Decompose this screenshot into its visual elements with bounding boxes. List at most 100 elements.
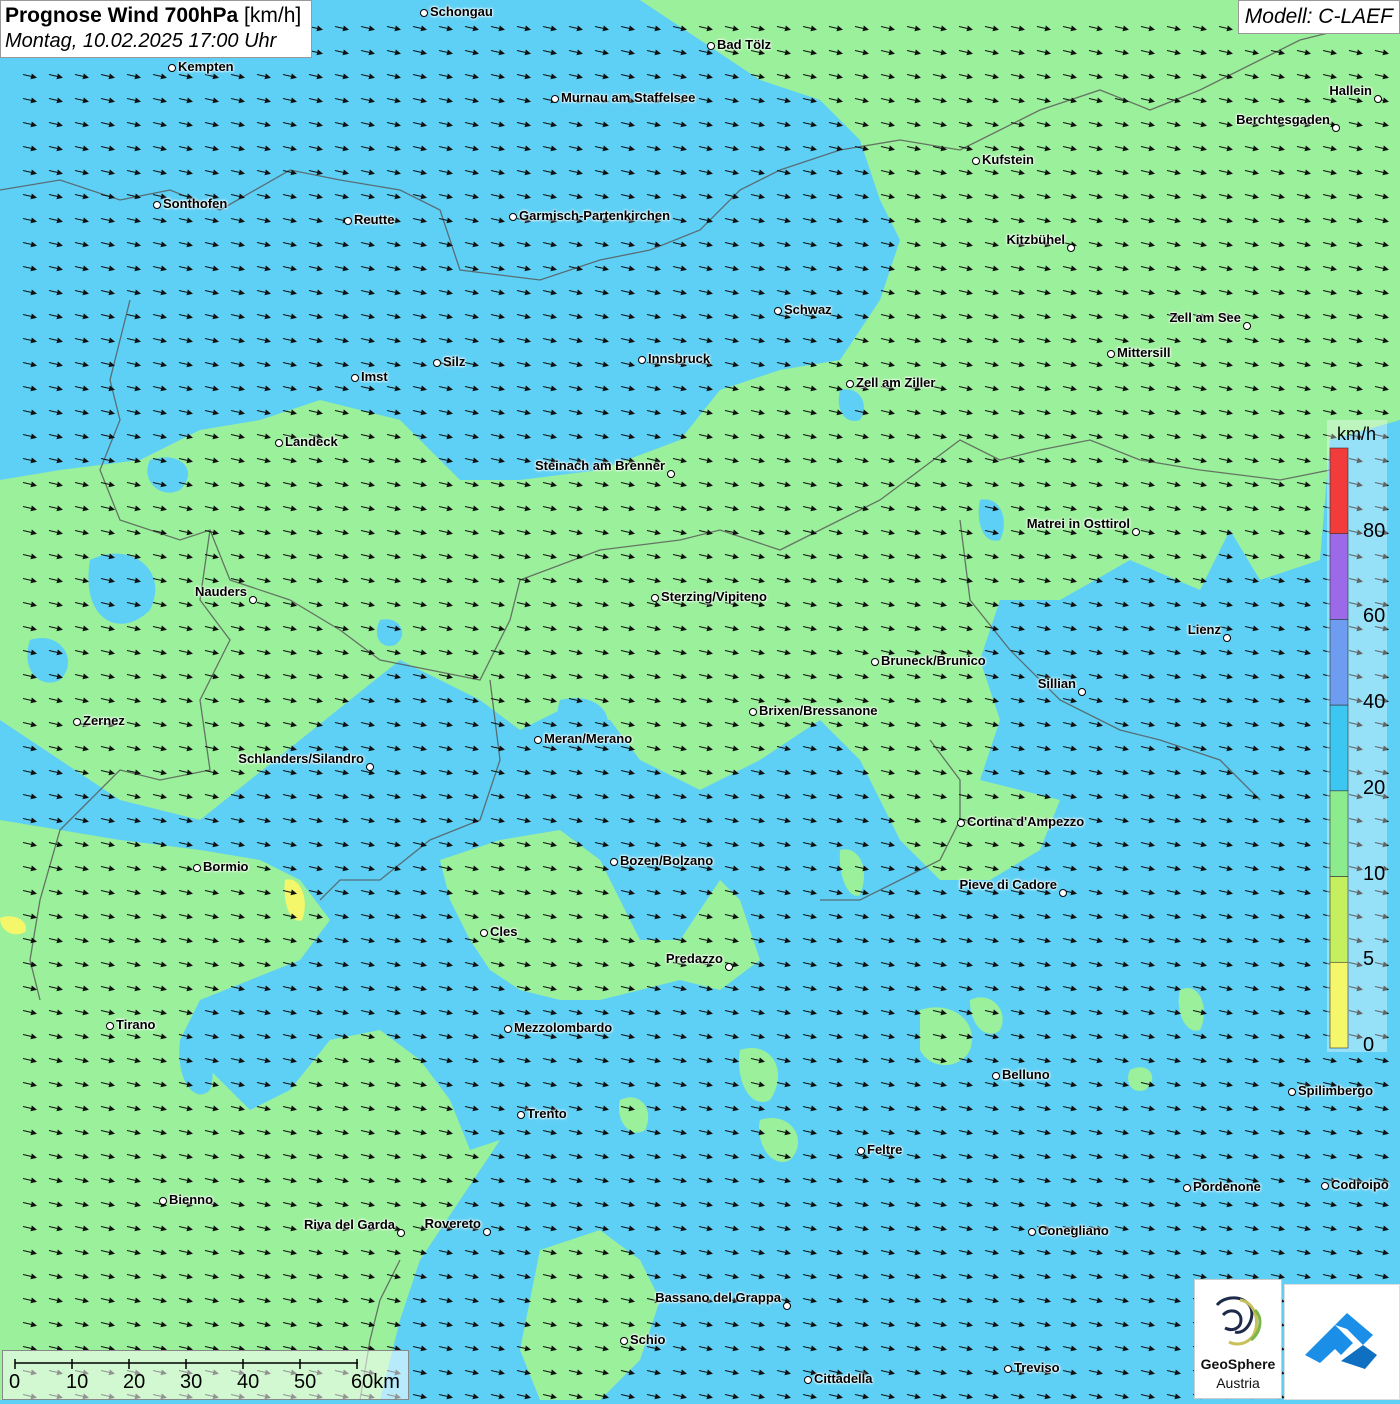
city-dot (1028, 1228, 1036, 1236)
city-dot (725, 963, 733, 971)
city-dot (651, 594, 659, 602)
city-label: Mittersill (1117, 345, 1171, 360)
scale-label: 50 (294, 1371, 317, 1393)
city-dot (1004, 1365, 1012, 1373)
city-dot (517, 1111, 525, 1119)
city-label: Conegliano (1038, 1223, 1109, 1238)
city-dot (420, 9, 428, 17)
scale-label: 30 (180, 1371, 203, 1393)
city-dot (159, 1197, 167, 1205)
city-dot (749, 708, 757, 716)
city-label: Steinach am Brenner (534, 458, 665, 473)
legend-tick-label: 40 (1363, 691, 1386, 714)
city-dot (783, 1302, 791, 1310)
city-label: Reutte (354, 212, 395, 227)
city-label: Innsbruck (648, 351, 711, 366)
city-label: Codroipo (1331, 1177, 1389, 1192)
city-label: Schio (630, 1332, 666, 1347)
city-label: Murnau am Staffelsee (561, 90, 696, 105)
city-dot (638, 356, 646, 364)
city-dot (397, 1229, 405, 1237)
city-label: Zernez (83, 713, 125, 728)
city-dot (610, 858, 618, 866)
legend-swatch (1329, 447, 1349, 535)
city-label: Spilimbergo (1298, 1083, 1374, 1098)
city-dot (871, 658, 879, 666)
city-dot (957, 819, 965, 827)
city-dot (1059, 889, 1067, 897)
city-dot (846, 380, 854, 388)
page-title: Prognose Wind 700hPa [km/h] (5, 4, 301, 28)
city-label: Kitzbühel (1006, 232, 1066, 247)
city-dot (707, 42, 715, 50)
city-dot (1067, 244, 1075, 252)
forecast-time: Montag, 10.02.2025 17:00 Uhr (5, 30, 277, 52)
city-label: Trento (527, 1106, 567, 1121)
city-dot (1374, 95, 1382, 103)
city-dot (433, 359, 441, 367)
city-label: Schongau (430, 4, 493, 19)
city-dot (193, 864, 201, 872)
city-label: Feltre (867, 1142, 903, 1157)
city-dot (249, 596, 257, 604)
scale-label: 40 (237, 1371, 260, 1393)
city-dot (480, 929, 488, 937)
city-label: Bassano del Grappa (655, 1290, 781, 1305)
city-dot (504, 1025, 512, 1033)
geosphere-name: GeoSphere (1200, 1356, 1276, 1372)
city-label: Predazzo (665, 951, 723, 966)
city-label: Zell am See (1169, 310, 1241, 325)
legend-tick-label: 0 (1363, 1034, 1375, 1056)
city-dot (1078, 688, 1086, 696)
city-label: Cortina d'Ampezzo (967, 814, 1085, 829)
city-label: Pieve di Cadore (959, 877, 1057, 892)
city-label: Silz (443, 354, 466, 369)
city-dot (168, 64, 176, 72)
city-dot (1321, 1182, 1329, 1190)
legend-swatch (1329, 790, 1349, 877)
scale-label: 10 (66, 1371, 89, 1393)
city-label: Brixen/Bressanone (759, 703, 878, 718)
geosphere-logo[interactable]: GeoSphere Austria (1194, 1279, 1282, 1399)
city-label: Bozen/Bolzano (620, 853, 714, 868)
city-label: Sterzing/Vipiteno (661, 589, 767, 604)
city-label: Riva del Garda (303, 1217, 395, 1232)
city-label: Treviso (1014, 1360, 1060, 1375)
city-label: Cles (490, 924, 518, 939)
city-dot (366, 763, 374, 771)
city-label: Meran/Merano (544, 731, 633, 746)
city-label: Nauders (194, 584, 247, 599)
scale-label: 20 (123, 1371, 146, 1393)
city-label: Sillian (1037, 676, 1076, 691)
app-mountain-icon (1305, 1313, 1377, 1369)
city-label: Hallein (1329, 83, 1372, 98)
legend-swatch (1329, 961, 1349, 1049)
city-label: Zell am Ziller (856, 375, 936, 390)
city-label: Pordenone (1193, 1179, 1261, 1194)
weather-app-logo[interactable] (1284, 1284, 1400, 1400)
city-dot (1288, 1088, 1296, 1096)
legend-colorbar (1329, 447, 1349, 1049)
legend-swatch (1329, 704, 1349, 792)
city-dot (1107, 350, 1115, 358)
model-label: Modell: C-LAEF (1237, 0, 1400, 34)
scale-bar: 0 10 20 30 40 50 60km (2, 1350, 409, 1400)
city-label: Tirano (116, 1017, 156, 1032)
city-dot (972, 157, 980, 165)
city-label: Lienz (1187, 622, 1221, 637)
city-label: Sonthofen (163, 196, 228, 211)
city-label: Schlanders/Silandro (238, 751, 364, 766)
city-dot (153, 201, 161, 209)
city-dot (667, 470, 675, 478)
legend-swatch (1329, 533, 1349, 620)
title-unit: [km/h] (238, 4, 302, 27)
legend-tick-label: 80 (1363, 519, 1386, 542)
city-label: Bormio (203, 859, 249, 874)
city-dot (483, 1228, 491, 1236)
city-dot (620, 1337, 628, 1345)
city-dot (509, 213, 517, 221)
city-label: Bruneck/Brunico (881, 653, 986, 668)
city-dot (1183, 1184, 1191, 1192)
city-label: Mezzolombardo (514, 1020, 613, 1035)
title-main: Prognose Wind 700hPa (5, 4, 239, 27)
